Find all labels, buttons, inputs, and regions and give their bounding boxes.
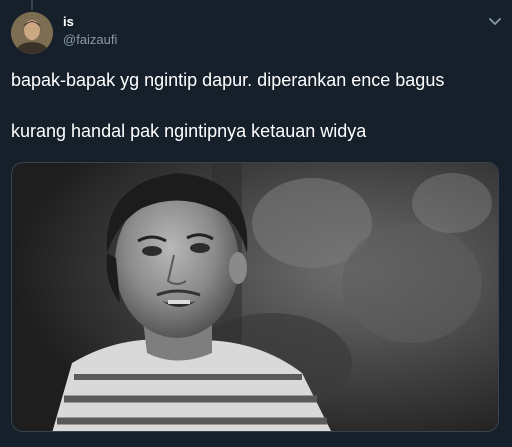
media-photo [12,163,498,431]
thread-connector-line [31,0,33,10]
display-name[interactable]: is [63,14,74,30]
user-handle[interactable]: @faizaufi [63,32,117,48]
tweet-text-line-1: bapak-bapak yg ngintip dapur. diperankan… [11,70,445,90]
avatar-image [11,12,53,54]
tweet-text-line-2: kurang handal pak ngintipnya ketauan wid… [11,121,367,141]
avatar[interactable] [11,12,53,54]
chevron-down-icon[interactable] [488,14,502,28]
tweet-media-image[interactable] [11,162,499,432]
